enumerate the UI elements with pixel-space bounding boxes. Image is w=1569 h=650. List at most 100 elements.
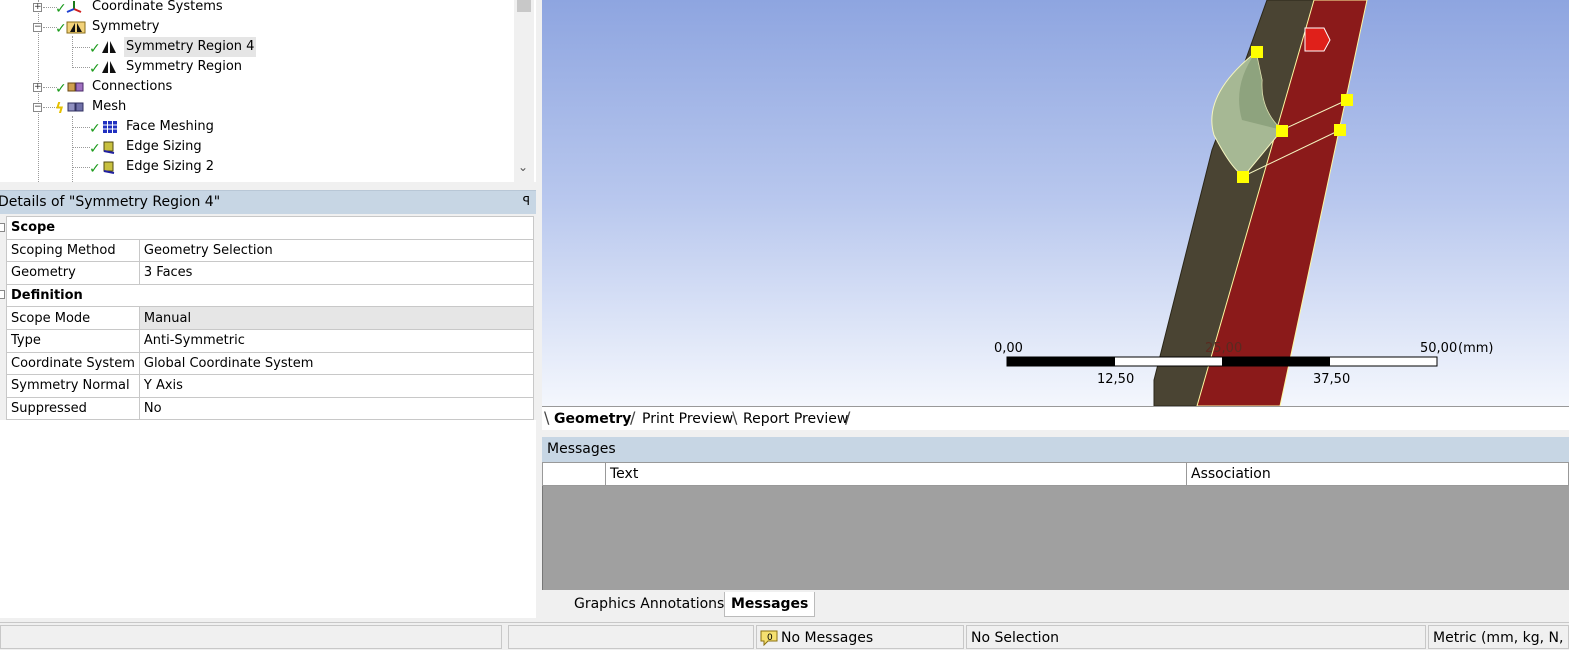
section-definition[interactable]: Definition	[6, 283, 534, 308]
tree-item-label: Connections	[92, 79, 173, 94]
checkmark-icon: ✓	[89, 141, 101, 157]
outline-tree[interactable]: + ✓ Coordinate Systems − ✓ Symmetry ✓ Sy…	[0, 0, 536, 182]
tab-graphics-annotations[interactable]: Graphics Annotations	[568, 592, 730, 617]
expand-icon[interactable]: +	[33, 83, 42, 92]
property-name: Scoping Method	[6, 238, 140, 263]
symmetry-region-icon	[102, 61, 116, 73]
tree-item-label: Symmetry Region	[126, 59, 243, 74]
status-selection: No Selection	[966, 625, 1426, 649]
tab-messages[interactable]: Messages	[724, 592, 816, 617]
tree-item-symmetry[interactable]: − ✓ Symmetry	[0, 17, 500, 37]
scale-bar-segment	[1222, 357, 1330, 366]
vertex-marker[interactable]	[1341, 94, 1353, 106]
tree-item-symmetry-region[interactable]: ✓ Symmetry Region	[0, 57, 500, 77]
tree-item-label: Face Meshing	[126, 119, 214, 134]
collapse-icon[interactable]: −	[33, 103, 42, 112]
property-name: Symmetry Normal	[6, 374, 140, 398]
property-value[interactable]: Manual	[138, 306, 535, 330]
coordinate-systems-icon	[66, 1, 82, 13]
messages-column-headers: Text Association	[542, 462, 1569, 486]
status-units[interactable]: Metric (mm, kg, N, s,	[1428, 625, 1569, 649]
tree-item-connections[interactable]: + ✓ Connections	[0, 77, 500, 97]
tree-item-mesh[interactable]: − ϟ Mesh	[0, 97, 500, 117]
tab-separator: \	[544, 408, 550, 427]
tab-separator: \	[732, 408, 738, 427]
scroll-down-icon[interactable]: ⌄	[518, 160, 528, 174]
tree-item-label: Edge Sizing	[126, 139, 202, 154]
property-value[interactable]: Geometry Selection	[138, 238, 535, 263]
row-scope-mode[interactable]: Scope Mode Manual	[6, 306, 535, 330]
property-value[interactable]: No	[138, 396, 535, 421]
status-bar: 0 No Messages No Selection Metric (mm, k…	[0, 622, 1569, 650]
tree-item-label: Symmetry	[92, 19, 160, 34]
messages-title: Messages	[547, 441, 616, 457]
svg-text:0: 0	[767, 633, 773, 643]
property-value[interactable]: Y Axis	[138, 374, 535, 398]
status-messages-label: No Messages	[781, 630, 874, 646]
row-type[interactable]: Type Anti-Symmetric	[6, 328, 535, 353]
tree-item-symmetry-region-4[interactable]: ✓ Symmetry Region 4	[0, 37, 500, 57]
collapse-icon[interactable]	[0, 223, 5, 232]
tree-item-coordinate-systems[interactable]: + ✓ Coordinate Systems	[0, 0, 500, 17]
scale-label-12-5: 12,50	[1097, 372, 1134, 387]
tab-report-preview[interactable]: Report Preview	[739, 409, 852, 429]
tab-separator: /	[845, 408, 851, 427]
messages-panel-header: Messages	[542, 437, 1569, 462]
property-name: Scope Mode	[6, 306, 140, 330]
row-coordinate-system[interactable]: Coordinate System Global Coordinate Syst…	[6, 351, 535, 376]
edge-sizing-icon	[103, 161, 115, 174]
collapse-icon[interactable]	[0, 290, 5, 299]
column-text[interactable]: Text	[605, 463, 1185, 485]
edge-sizing-icon	[103, 141, 115, 154]
scale-bar-segment	[1007, 357, 1115, 366]
section-label: Definition	[6, 283, 534, 308]
tree-item-label: Symmetry Region 4	[124, 37, 257, 57]
model-canvas[interactable]: 0,00 25,00 50,00 (mm) 12,50 37,50	[542, 0, 1569, 406]
checkmark-icon: ✓	[55, 81, 67, 97]
row-symmetry-normal[interactable]: Symmetry Normal Y Axis	[6, 374, 535, 398]
property-value[interactable]: 3 Faces	[138, 261, 535, 285]
vertex-marker[interactable]	[1276, 125, 1288, 137]
status-messages[interactable]: 0 No Messages	[756, 625, 964, 649]
tree-item-label: Coordinate Systems	[92, 0, 223, 14]
geometry-viewport[interactable]: 0,00 25,00 50,00 (mm) 12,50 37,50	[542, 0, 1569, 406]
details-empty-area	[0, 420, 536, 618]
tab-geometry[interactable]: Geometry	[550, 409, 635, 429]
messages-list[interactable]	[542, 486, 1569, 590]
row-scoping-method[interactable]: Scoping Method Geometry Selection	[6, 238, 535, 263]
property-name: Coordinate System	[6, 351, 140, 376]
tree-scrollbar[interactable]: ⌄	[514, 0, 534, 182]
bottom-tabs: Graphics Annotations Messages	[542, 590, 1569, 620]
tree-item-face-meshing[interactable]: ✓ Face Meshing	[0, 117, 500, 137]
column-association[interactable]: Association	[1186, 463, 1568, 485]
symmetry-region-icon	[102, 41, 116, 53]
collapse-icon[interactable]: −	[33, 23, 42, 32]
property-value[interactable]: Anti-Symmetric	[138, 328, 535, 353]
status-cell-empty	[508, 625, 754, 649]
expand-icon[interactable]: +	[33, 3, 42, 12]
tab-print-preview[interactable]: Print Preview	[638, 409, 737, 429]
connections-icon	[67, 82, 84, 92]
details-title: Details of "Symmetry Region 4"	[0, 194, 221, 210]
property-name: Type	[6, 328, 140, 353]
checkmark-icon: ✓	[55, 21, 67, 37]
scrollbar-thumb[interactable]	[517, 0, 531, 12]
tab-separator: /	[630, 408, 636, 427]
vertex-marker[interactable]	[1334, 124, 1346, 136]
scale-label-25: 25,00	[1205, 341, 1242, 356]
scale-unit: (mm)	[1458, 341, 1493, 356]
tree-item-edge-sizing[interactable]: ✓ Edge Sizing	[0, 137, 500, 157]
checkmark-icon: ✓	[89, 41, 101, 57]
property-value[interactable]: Global Coordinate System	[138, 351, 535, 376]
row-geometry[interactable]: Geometry 3 Faces	[6, 261, 535, 285]
pin-icon[interactable]: ꟼ	[523, 194, 530, 208]
section-scope[interactable]: Scope	[6, 216, 534, 240]
vertex-marker[interactable]	[1237, 171, 1249, 183]
symmetry-folder-icon	[66, 21, 86, 34]
viewport-tabs: \ Geometry / Print Preview \ Report Prev…	[542, 406, 1569, 430]
vertex-marker[interactable]	[1251, 46, 1263, 58]
details-grid: Scope Scoping Method Geometry Selection …	[6, 216, 535, 421]
tree-item-edge-sizing-2[interactable]: ✓ Edge Sizing 2	[0, 157, 500, 177]
row-suppressed[interactable]: Suppressed No	[6, 396, 535, 421]
annotation-flag-icon[interactable]	[1304, 27, 1331, 52]
